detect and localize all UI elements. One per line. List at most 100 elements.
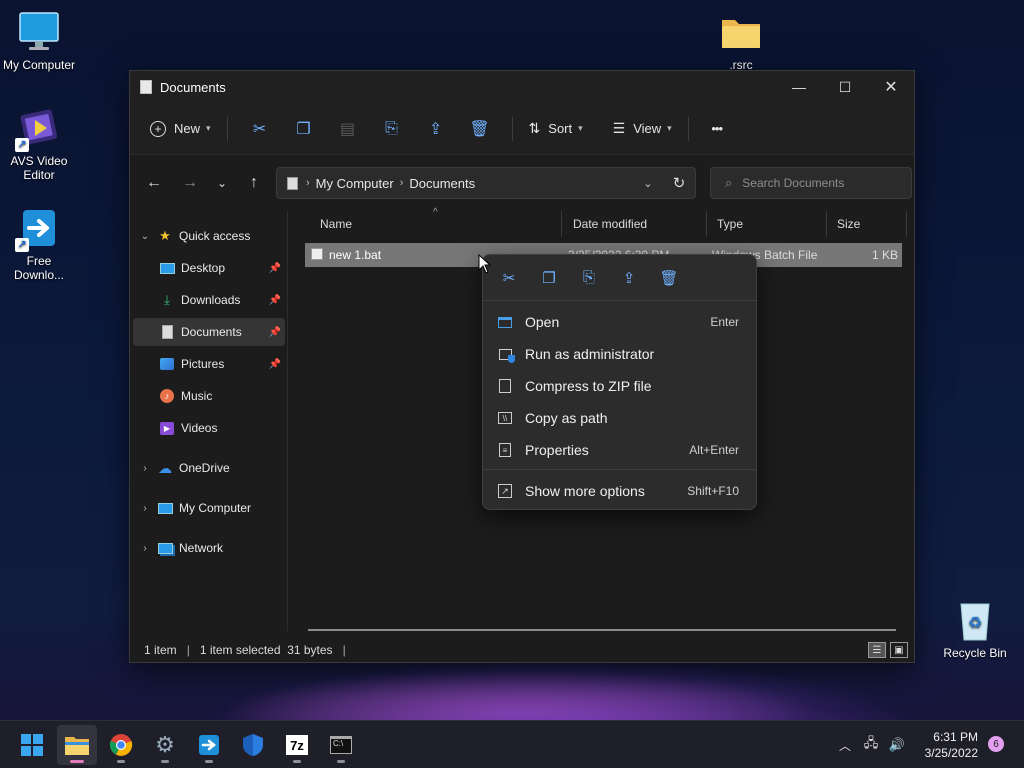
status-bar: 1 item | 1 item selected 31 bytes | ☰ ▣: [130, 637, 914, 663]
horizontal-scrollbar[interactable]: [308, 629, 896, 631]
windows-logo-icon: [21, 734, 43, 756]
menu-item-open[interactable]: Open Enter: [487, 307, 753, 337]
recent-locations-chevron-icon[interactable]: ⌄: [206, 167, 238, 199]
more-options-button[interactable]: •••: [699, 113, 735, 145]
delete-icon[interactable]: 🗑: [460, 113, 500, 145]
sidebar-item-label: Videos: [181, 421, 218, 435]
network-status-icon[interactable]: 🖧: [858, 734, 884, 756]
menu-item-label: Run as administrator: [525, 346, 655, 362]
address-history-chevron-icon[interactable]: ⌄: [633, 177, 663, 190]
cut-icon[interactable]: ✂: [489, 262, 529, 294]
rename-icon[interactable]: ⎘: [372, 113, 412, 145]
taskbar-7zip[interactable]: 7z: [277, 725, 317, 765]
copy-icon[interactable]: ❐: [284, 113, 324, 145]
volume-icon[interactable]: 🔊: [884, 737, 910, 753]
chevron-down-icon: ▾: [578, 123, 583, 133]
sidebar-item-downloads[interactable]: ⤓ Downloads 📌: [133, 286, 285, 314]
sort-icon: ⇅: [528, 120, 541, 136]
sidebar-item-music[interactable]: ♪ Music: [133, 382, 285, 410]
menu-item-show-more-options[interactable]: ↗ Show more options Shift+F10: [487, 476, 753, 506]
up-arrow-icon[interactable]: ↑: [238, 167, 270, 199]
zip-file-icon: [497, 378, 513, 394]
close-button[interactable]: ✕: [868, 71, 914, 103]
back-arrow-icon[interactable]: ←: [138, 167, 170, 199]
column-header-date-modified[interactable]: Date modified: [563, 211, 707, 237]
desktop-icon-my-computer[interactable]: My Computer: [0, 10, 78, 72]
status-separator: |: [342, 643, 346, 657]
search-box[interactable]: ⌕: [710, 167, 912, 199]
column-header-size[interactable]: Size: [827, 211, 907, 237]
taskbar-windows-security[interactable]: [233, 725, 273, 765]
running-indicator: [337, 760, 345, 763]
refresh-icon[interactable]: ↻: [663, 174, 695, 192]
collapsed-chevron-icon[interactable]: ›: [133, 463, 157, 474]
menu-item-copy-as-path[interactable]: \\ Copy as path: [487, 403, 753, 433]
taskbar-command-prompt[interactable]: C:\: [321, 725, 361, 765]
sidebar-item-documents[interactable]: Documents 📌: [133, 318, 285, 346]
window-titlebar[interactable]: Documents — ☐ ✕: [130, 71, 914, 103]
desktop-icon-avs-video-editor[interactable]: ↗ AVS Video Editor: [0, 106, 78, 182]
taskbar-settings[interactable]: ⚙: [145, 725, 185, 765]
folder-icon: [65, 737, 89, 755]
maximize-button[interactable]: ☐: [822, 71, 868, 103]
search-input[interactable]: [742, 176, 903, 190]
shield-icon: [497, 346, 515, 363]
desktop-icon-label: My Computer: [2, 58, 76, 72]
free-downloader-icon: [199, 735, 219, 755]
paste-icon[interactable]: ▤: [328, 113, 368, 145]
menu-item-run-as-administrator[interactable]: Run as administrator: [487, 339, 753, 369]
forward-arrow-icon[interactable]: →: [174, 167, 206, 199]
running-indicator: [205, 760, 213, 763]
sidebar-item-videos[interactable]: ▶ Videos: [133, 414, 285, 442]
open-window-icon: [497, 314, 513, 330]
rename-icon[interactable]: ⎘: [569, 262, 609, 294]
share-icon[interactable]: ⇪: [416, 113, 456, 145]
desktop-icon-free-downloader[interactable]: ↗ Free Downlo...: [0, 206, 78, 282]
sidebar-item-my-computer[interactable]: › My Computer: [133, 494, 285, 522]
new-button[interactable]: + New ▾: [144, 113, 217, 145]
taskbar-chrome[interactable]: [101, 725, 141, 765]
menu-item-properties[interactable]: ≡ Properties Alt+Enter: [487, 435, 753, 465]
large-icons-view-icon[interactable]: ▣: [890, 642, 908, 658]
share-icon[interactable]: ⇪: [609, 262, 649, 294]
sidebar-item-pictures[interactable]: Pictures 📌: [133, 350, 285, 378]
more-options-icon: ↗: [497, 483, 513, 499]
view-button[interactable]: ☰ View ▾: [607, 113, 678, 145]
notification-count-badge[interactable]: 6: [988, 736, 1004, 752]
plus-circle-icon: +: [150, 120, 166, 137]
breadcrumb-documents[interactable]: Documents: [409, 176, 475, 191]
sidebar-item-quick-access[interactable]: ⌄ ★ Quick access: [133, 222, 285, 250]
show-hidden-icons-chevron-icon[interactable]: ︿: [832, 737, 858, 754]
collapsed-chevron-icon[interactable]: ›: [133, 503, 157, 514]
start-button[interactable]: [12, 725, 52, 765]
desktop-icon-recycle-bin[interactable]: ♻ Recycle Bin: [936, 598, 1014, 660]
menu-item-compress-to-zip[interactable]: Compress to ZIP file: [487, 371, 753, 401]
taskbar-clock[interactable]: 6:31 PM 3/25/2022: [910, 729, 978, 761]
expanded-chevron-icon[interactable]: ⌄: [133, 231, 157, 242]
collapsed-chevron-icon[interactable]: ›: [133, 543, 157, 554]
pin-icon: 📌: [268, 262, 281, 274]
minimize-button[interactable]: —: [776, 71, 822, 103]
desktop-icon-rsrc-folder[interactable]: .rsrc: [702, 10, 780, 72]
delete-icon[interactable]: 🗑: [649, 262, 689, 294]
sidebar-item-onedrive[interactable]: › ☁ OneDrive: [133, 454, 285, 482]
view-icon: ☰: [612, 120, 626, 136]
address-bar[interactable]: › My Computer › Documents ⌄ ↻: [276, 167, 696, 199]
taskbar-file-explorer[interactable]: [57, 725, 97, 765]
sort-button[interactable]: ⇅ Sort ▾: [523, 113, 589, 145]
chevron-down-icon: ▾: [667, 123, 672, 133]
sidebar-item-network[interactable]: › Network: [133, 534, 285, 562]
toolbar-divider: [511, 116, 513, 141]
column-header-name[interactable]: Name: [310, 211, 562, 237]
cut-icon[interactable]: ✂: [240, 113, 280, 145]
breadcrumb-my-computer[interactable]: My Computer: [316, 176, 394, 191]
taskbar-free-downloader[interactable]: [189, 725, 229, 765]
network-icon: [157, 540, 173, 556]
details-view-icon[interactable]: ☰: [868, 642, 886, 658]
view-label: View: [633, 121, 662, 136]
svg-text:♻: ♻: [968, 615, 982, 632]
copy-icon[interactable]: ❐: [529, 262, 569, 294]
column-header-type[interactable]: Type: [707, 211, 827, 237]
sidebar-item-desktop[interactable]: Desktop 📌: [133, 254, 285, 282]
pictures-icon: [159, 356, 175, 372]
